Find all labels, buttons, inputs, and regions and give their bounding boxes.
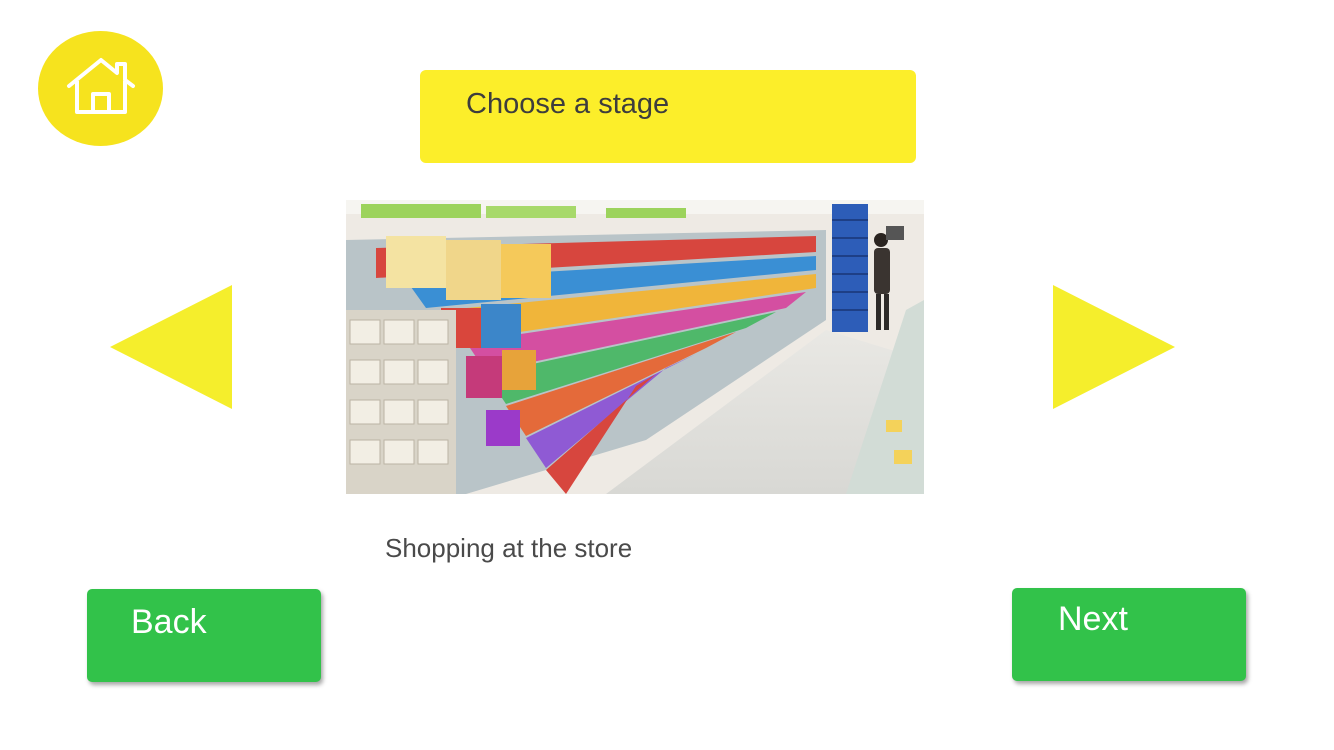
page-title: Choose a stage bbox=[466, 88, 670, 120]
convenience-store-aisle-photo bbox=[346, 200, 924, 494]
back-button-label: Back bbox=[131, 603, 207, 641]
title-banner: Choose a stage bbox=[420, 70, 916, 163]
next-button[interactable]: Next bbox=[1012, 588, 1246, 681]
triangle-left-icon bbox=[110, 285, 232, 409]
back-button[interactable]: Back bbox=[87, 589, 321, 682]
next-button-label: Next bbox=[1058, 600, 1128, 638]
home-button[interactable] bbox=[38, 31, 163, 146]
next-stage-arrow[interactable] bbox=[1051, 285, 1175, 409]
stage-image[interactable] bbox=[346, 200, 924, 494]
home-icon bbox=[66, 57, 135, 114]
previous-stage-button[interactable] bbox=[110, 285, 234, 409]
triangle-right-icon bbox=[1053, 285, 1175, 409]
stage-caption: Shopping at the store bbox=[385, 533, 633, 563]
